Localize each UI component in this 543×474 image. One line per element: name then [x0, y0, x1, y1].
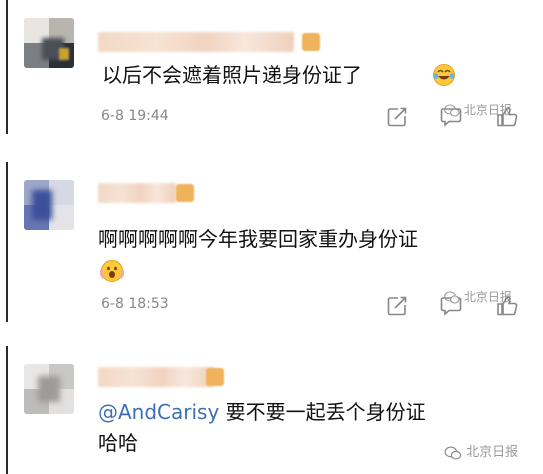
avatar[interactable]: [24, 364, 74, 414]
wechat-logo-icon: [444, 104, 460, 117]
comment-text: @AndCarisy 要不要一起丢个身份证: [98, 398, 426, 426]
avatar[interactable]: [24, 180, 74, 230]
username-blurred[interactable]: [98, 32, 294, 52]
share-icon[interactable]: [386, 106, 408, 128]
watermark-text: 北京日报: [466, 445, 519, 460]
timestamp: 6-8 19:44: [101, 108, 169, 124]
comment-card-2: 啊啊啊啊啊今年我要回家重办身份证 6-8 18:53 北京日报: [0, 162, 543, 322]
username-blurred[interactable]: [98, 183, 176, 203]
comment-text: 啊啊啊啊啊今年我要回家重办身份证: [98, 227, 418, 251]
user-badge: [302, 33, 320, 51]
username-blurred[interactable]: [98, 367, 214, 387]
laughing-tears-emoji: [433, 64, 455, 86]
scared-face-emoji: [100, 260, 124, 282]
watermark: 北京日报: [444, 101, 512, 118]
share-icon[interactable]: [386, 295, 408, 317]
watermark: 北京日报: [444, 441, 518, 460]
comment-text-main: 要不要一起丢个身份证: [219, 400, 426, 424]
mention-link[interactable]: @AndCarisy: [98, 400, 219, 424]
watermark: 北京日报: [444, 288, 512, 305]
watermark-text: 北京日报: [463, 290, 512, 304]
watermark-text: 北京日报: [463, 103, 512, 117]
user-badge: [176, 184, 194, 202]
card-edge: [6, 162, 8, 322]
card-edge: [6, 0, 8, 134]
wechat-logo-icon: [444, 445, 462, 460]
comment-card-1: 以后不会遮着照片递身份证了 6-8 19:44 北京日报: [0, 0, 543, 134]
wechat-logo-icon: [444, 291, 460, 304]
user-badge: [206, 368, 224, 386]
comment-text: 以后不会遮着照片递身份证了: [102, 63, 362, 87]
timestamp: 6-8 18:53: [101, 296, 169, 312]
comment-text-line2: 哈哈: [98, 431, 138, 455]
avatar[interactable]: [24, 18, 74, 68]
card-edge: [6, 346, 8, 474]
comment-card-3: @AndCarisy 要不要一起丢个身份证 哈哈 北京日报: [0, 346, 543, 474]
